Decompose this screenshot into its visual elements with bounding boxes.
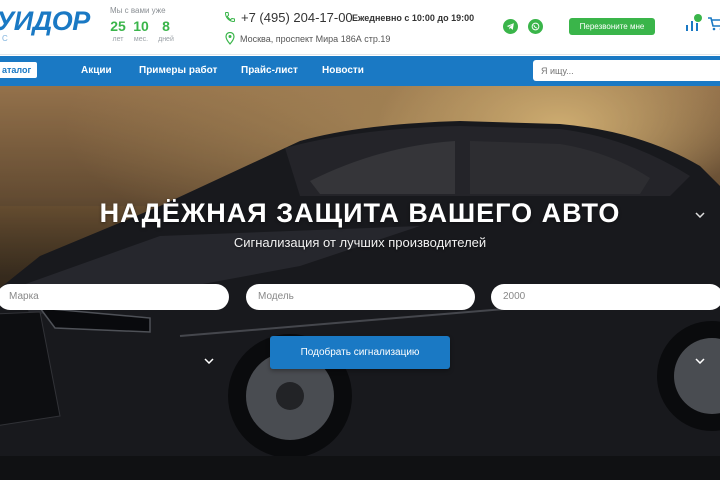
counter-months-value: 10 xyxy=(133,18,149,34)
callback-button[interactable]: Перезвоните мне xyxy=(569,18,655,35)
nav-item-promotions[interactable]: Акции xyxy=(81,65,112,77)
site-header: УИДОР С Мы с вами уже 25 лет 10 мес. 8 д… xyxy=(0,0,720,55)
find-alarm-button[interactable]: Подобрать сигнализацию xyxy=(270,336,450,369)
counter-months: 10 мес. xyxy=(132,18,150,45)
hero-title: НАДЁЖНАЯ ЗАЩИТА ВАШЕГО АВТО xyxy=(99,198,621,228)
hero-banner: НАДЁЖНАЯ ЗАЩИТА ВАШЕГО АВТО Сигнализация… xyxy=(0,86,720,480)
car-year-select[interactable]: 2000 xyxy=(491,284,720,310)
counter-years: 25 лет xyxy=(110,18,126,45)
logo[interactable]: УИДОР xyxy=(0,6,90,36)
whatsapp-icon[interactable] xyxy=(528,19,543,34)
compare-count-badge xyxy=(694,14,702,22)
hero-subtitle: Сигнализация от лучших производителей xyxy=(233,235,487,250)
experience-label: Мы с вами уже xyxy=(110,6,166,15)
phone-icon xyxy=(224,12,235,23)
logo-subtitle: С xyxy=(2,34,9,43)
phone-number[interactable]: +7 (495) 204-17-00 xyxy=(241,10,353,26)
counter-years-unit: лет xyxy=(112,36,124,43)
working-hours: Ежедневно с 10:00 до 19:00 xyxy=(352,13,475,23)
address: Москва, проспект Мира 186А стр.19 xyxy=(240,34,391,44)
cart-icon[interactable] xyxy=(708,17,720,31)
counter-days-value: 8 xyxy=(162,18,170,34)
car-make-select[interactable]: Марка xyxy=(0,284,229,310)
chevron-down-icon[interactable] xyxy=(695,212,705,218)
map-pin-icon xyxy=(225,32,235,45)
telegram-icon[interactable] xyxy=(503,19,518,34)
nav-item-price-list[interactable]: Прайс-лист xyxy=(241,65,298,77)
catalog-button[interactable]: аталог xyxy=(0,62,38,78)
main-nav: аталог Акции Примеры работ Прайс-лист Но… xyxy=(0,56,720,86)
counter-days: 8 дней xyxy=(156,18,176,45)
counter-days-unit: дней xyxy=(158,36,174,43)
car-model-select[interactable]: Модель xyxy=(246,284,475,310)
search-input[interactable] xyxy=(533,60,720,81)
nav-item-news[interactable]: Новости xyxy=(322,65,364,77)
chevron-down-icon[interactable] xyxy=(695,358,705,364)
chevron-down-icon[interactable] xyxy=(204,358,214,364)
hero-overlay xyxy=(0,86,720,480)
nav-item-portfolio[interactable]: Примеры работ xyxy=(139,65,217,77)
counter-years-value: 25 xyxy=(110,18,126,34)
counter-months-unit: мес. xyxy=(133,36,149,43)
